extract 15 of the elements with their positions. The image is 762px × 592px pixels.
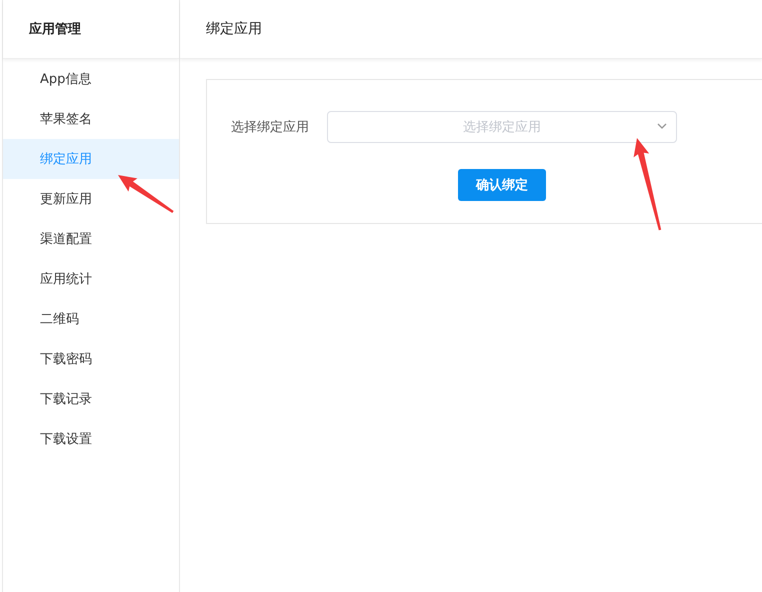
sidebar-item[interactable]: 下载记录 — [3, 379, 179, 419]
field-label: 选择绑定应用 — [231, 119, 310, 136]
sidebar-item[interactable]: 苹果签名 — [3, 99, 179, 139]
page-title: 绑定应用 — [206, 20, 262, 38]
caret-icon — [657, 123, 667, 129]
sidebar-item[interactable]: 二维码 — [3, 299, 179, 339]
sidebar-item[interactable]: 应用统计 — [3, 259, 179, 299]
sidebar-item[interactable]: 渠道配置 — [3, 219, 179, 259]
pointer-arrow — [118, 175, 174, 213]
sidebar-item[interactable]: App信息 — [3, 59, 179, 99]
sidebar-item[interactable]: 下载设置 — [3, 419, 179, 459]
sidebar-item[interactable]: 更新应用 — [3, 179, 179, 219]
app-select[interactable]: 选择绑定应用 — [327, 111, 677, 143]
sidebar-title: 应用管理 — [29, 20, 81, 38]
sidebar-item[interactable]: 下载密码 — [3, 339, 179, 379]
